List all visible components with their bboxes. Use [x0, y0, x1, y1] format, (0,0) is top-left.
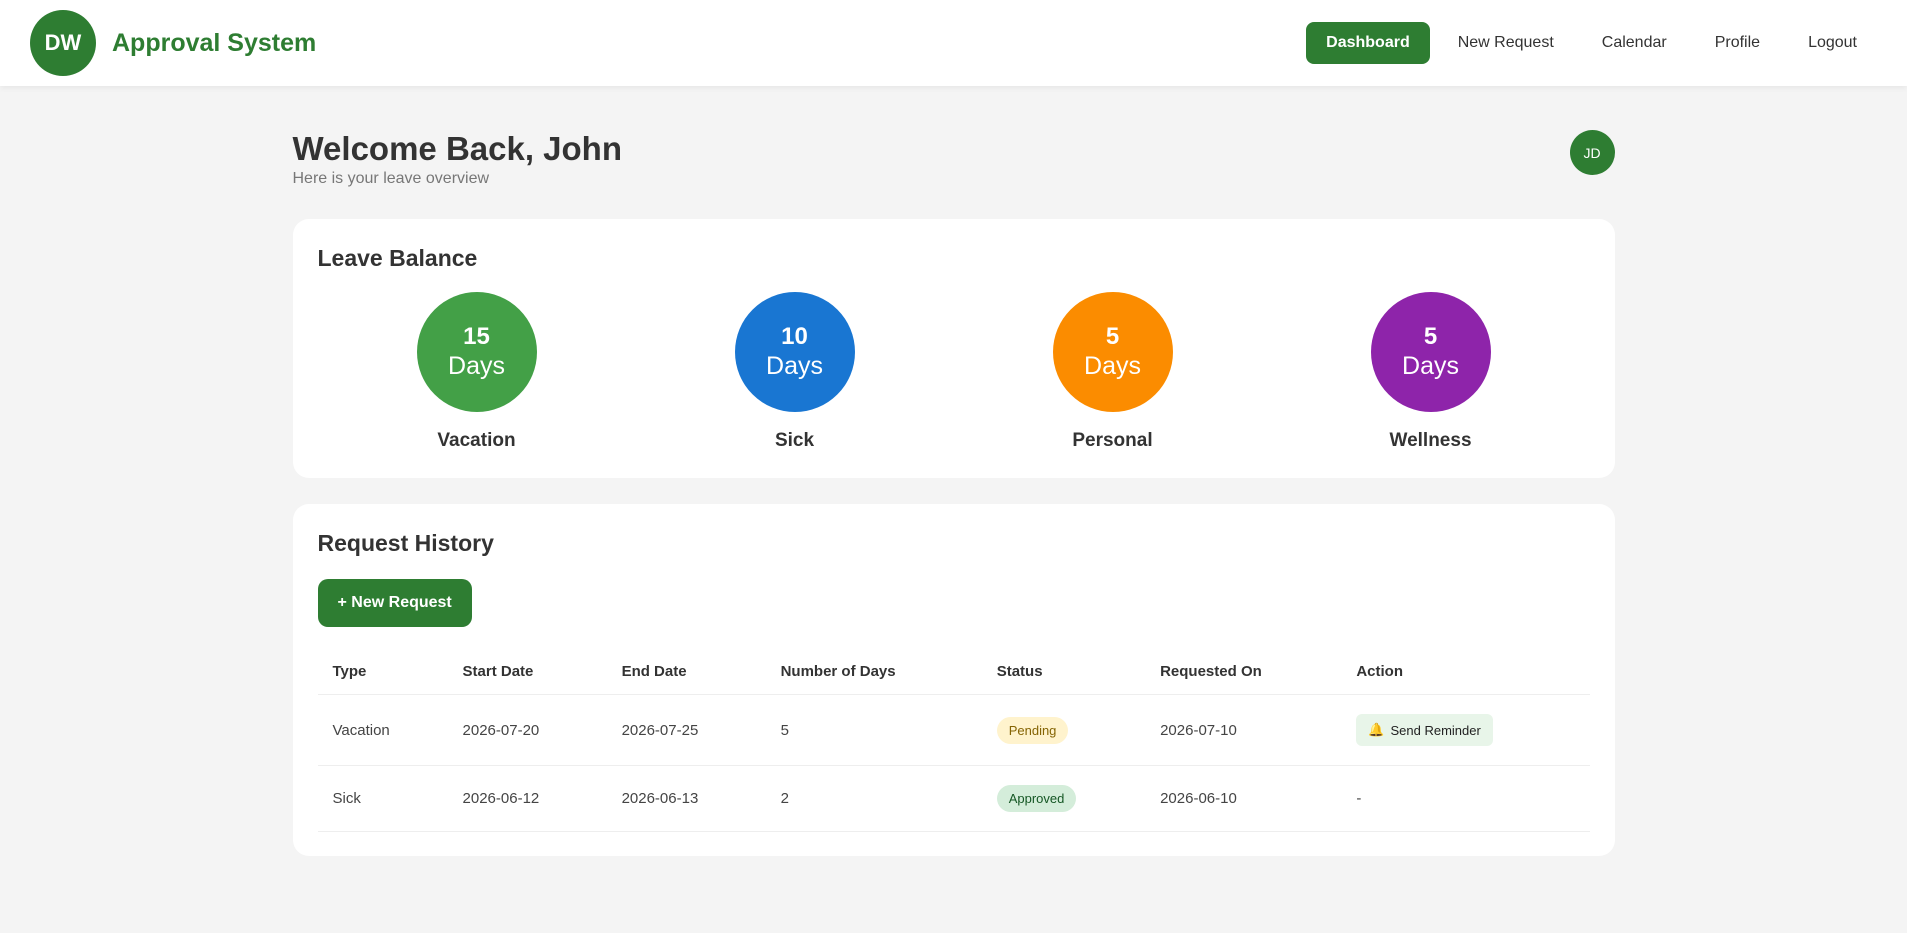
request-history-title: Request History: [317, 530, 494, 556]
send-reminder-label: Send Reminder: [1390, 722, 1481, 738]
balance-label: Personal: [1072, 430, 1153, 451]
welcome-section: Welcome Back, John Here is your leave ov…: [293, 130, 1615, 188]
balance-value: 15: [463, 322, 490, 350]
cell-days: 5: [765, 694, 982, 766]
request-history-card: Request History + New Request Type Start…: [292, 504, 1615, 856]
cell-requested-on: 2026-07-10: [1145, 694, 1342, 766]
cell-type: Sick: [317, 765, 448, 832]
balance-unit: Days: [448, 352, 505, 381]
nav-logout[interactable]: Logout: [1788, 22, 1877, 64]
cell-action: 🔔 Send Reminder: [1341, 694, 1590, 766]
balance-unit: Days: [766, 352, 823, 381]
nav-dashboard[interactable]: Dashboard: [1306, 22, 1430, 64]
balance-personal: 5 Days Personal: [1052, 292, 1173, 452]
balance-circle: 5 Days: [1370, 292, 1491, 412]
balance-circle: 10 Days: [734, 292, 855, 412]
nav-profile[interactable]: Profile: [1695, 22, 1780, 64]
send-reminder-button[interactable]: 🔔 Send Reminder: [1356, 714, 1493, 746]
balance-wellness: 5 Days Wellness: [1370, 292, 1491, 452]
status-badge: Pending: [996, 716, 1069, 744]
column-header-days: Number of Days: [765, 649, 982, 695]
balance-label: Vacation: [437, 430, 516, 451]
cell-end-date: 2026-06-13: [606, 765, 766, 832]
brand[interactable]: DW Approval System: [30, 10, 316, 76]
balance-unit: Days: [1084, 352, 1141, 381]
main-content: Welcome Back, John Here is your leave ov…: [292, 86, 1615, 856]
cell-start-date: 2026-07-20: [447, 694, 607, 766]
balance-value: 5: [1105, 322, 1120, 350]
balance-value: 5: [1423, 322, 1438, 350]
column-header-start: Start Date: [447, 649, 607, 695]
request-table: Type Start Date End Date Number of Days …: [317, 649, 1590, 832]
main-nav: Dashboard New Request Calendar Profile L…: [1306, 22, 1877, 64]
brand-title: Approval System: [112, 28, 317, 57]
table-row: Vacation 2026-07-20 2026-07-25 5 Pending…: [317, 694, 1590, 766]
table-header-row: Type Start Date End Date Number of Days …: [317, 649, 1590, 695]
leave-balance-title: Leave Balance: [317, 245, 478, 271]
cell-requested-on: 2026-06-10: [1145, 765, 1342, 832]
avatar[interactable]: JD: [1569, 130, 1615, 175]
top-navbar: DW Approval System Dashboard New Request…: [0, 0, 1907, 86]
balance-unit: Days: [1402, 352, 1459, 381]
cell-status: Approved: [981, 765, 1146, 832]
cell-end-date: 2026-07-25: [606, 694, 766, 766]
brand-logo: DW: [30, 10, 96, 76]
balance-vacation: 15 Days Vacation: [416, 292, 537, 452]
column-header-type: Type: [317, 649, 448, 695]
status-badge: Approved: [996, 785, 1077, 812]
balance-circle: 5 Days: [1052, 292, 1173, 412]
cell-days: 2: [765, 765, 982, 832]
column-header-end: End Date: [606, 649, 766, 695]
nav-calendar[interactable]: Calendar: [1582, 22, 1687, 64]
page-subtitle: Here is your leave overview: [292, 170, 490, 187]
column-header-status: Status: [981, 649, 1146, 695]
cell-start-date: 2026-06-12: [447, 765, 607, 832]
cell-status: Pending: [981, 694, 1146, 766]
balance-list: 15 Days Vacation 10 Days Sick 5 Days Per…: [318, 292, 1590, 452]
balance-circle: 15 Days: [416, 292, 537, 412]
bell-icon: 🔔: [1368, 722, 1385, 737]
balance-value: 10: [781, 322, 808, 350]
balance-sick: 10 Days Sick: [734, 292, 855, 452]
new-request-button[interactable]: + New Request: [317, 579, 472, 627]
column-header-action: Action: [1341, 649, 1590, 695]
balance-label: Wellness: [1389, 430, 1472, 451]
cell-action: -: [1341, 765, 1590, 832]
cell-type: Vacation: [317, 694, 448, 766]
leave-balance-card: Leave Balance 15 Days Vacation 10 Days S…: [292, 219, 1615, 478]
nav-new-request[interactable]: New Request: [1438, 22, 1574, 64]
table-row: Sick 2026-06-12 2026-06-13 2 Approved 20…: [317, 765, 1590, 832]
column-header-requested: Requested On: [1145, 649, 1342, 695]
page-title: Welcome Back, John: [292, 130, 623, 167]
balance-label: Sick: [774, 430, 815, 451]
